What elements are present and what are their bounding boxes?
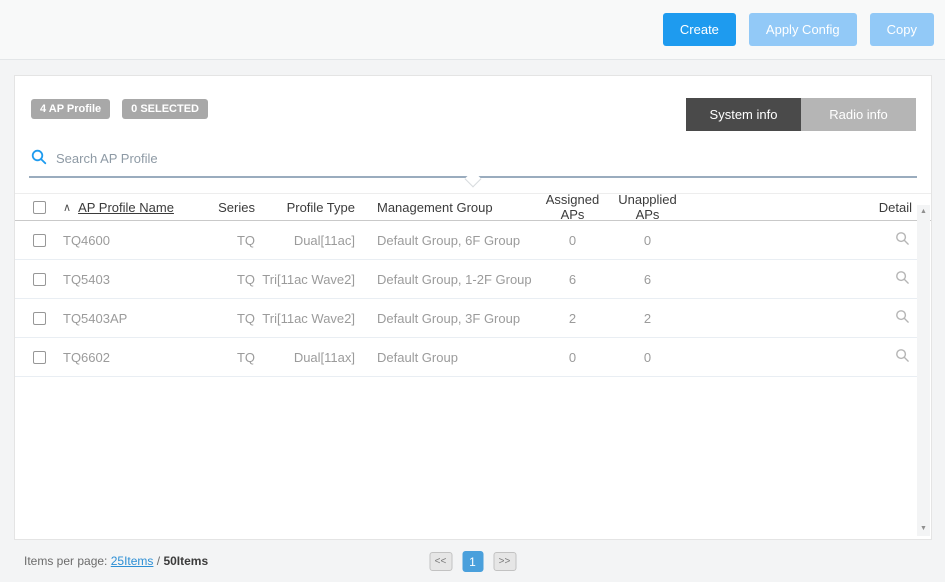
table-row: TQ5403AP TQ Tri[11ac Wave2] Default Grou… <box>15 299 918 338</box>
ap-profile-panel: 4 AP Profile 0 SELECTED System info Radi… <box>14 75 932 540</box>
pagination-page-1-button[interactable]: 1 <box>462 551 483 572</box>
column-header-detail: Detail <box>685 200 912 215</box>
cell-assigned-aps: 0 <box>535 350 610 365</box>
column-header-unapplied-aps: Unapplied APs <box>610 192 685 222</box>
cell-unapplied-aps: 6 <box>610 272 685 287</box>
tab-system-info[interactable]: System info <box>686 98 801 131</box>
cell-profile-type: Dual[11ax] <box>255 350 355 365</box>
table-row: TQ5403 TQ Tri[11ac Wave2] Default Group,… <box>15 260 918 299</box>
cell-name: TQ6602 <box>63 350 110 365</box>
copy-button[interactable]: Copy <box>870 13 934 46</box>
column-header-assigned-aps: Assigned APs <box>535 192 610 222</box>
search-bar <box>29 145 917 178</box>
row-checkbox[interactable] <box>33 312 46 325</box>
cell-unapplied-aps: 0 <box>610 350 685 365</box>
detail-magnifier-icon[interactable] <box>895 348 910 366</box>
row-checkbox[interactable] <box>33 234 46 247</box>
detail-magnifier-icon[interactable] <box>895 231 910 249</box>
table-row: TQ4600 TQ Dual[11ac] Default Group, 6F G… <box>15 221 918 260</box>
row-checkbox[interactable] <box>33 351 46 364</box>
cell-profile-type: Tri[11ac Wave2] <box>255 311 355 326</box>
cell-name: TQ4600 <box>63 233 110 248</box>
create-button[interactable]: Create <box>663 13 736 46</box>
cell-profile-type: Dual[11ac] <box>255 233 355 248</box>
table-body: TQ4600 TQ Dual[11ac] Default Group, 6F G… <box>15 221 918 377</box>
page-size-separator: / <box>157 554 160 568</box>
column-header-name[interactable]: AP Profile Name <box>78 200 174 215</box>
cell-profile-type: Tri[11ac Wave2] <box>255 272 355 287</box>
table-row: TQ6602 TQ Dual[11ax] Default Group 0 0 <box>15 338 918 377</box>
footer: Items per page: 25Items / 50Items << 1 >… <box>0 540 945 582</box>
cell-name: TQ5403AP <box>63 311 127 326</box>
table-header: ∧ AP Profile Name Series Profile Type Ma… <box>15 193 931 221</box>
selected-count-badge: 0 SELECTED <box>122 99 208 119</box>
cell-management-group: Default Group, 6F Group <box>355 233 535 248</box>
cell-management-group: Default Group <box>355 350 535 365</box>
apply-config-button[interactable]: Apply Config <box>749 13 857 46</box>
cell-series: TQ <box>215 350 255 365</box>
cell-assigned-aps: 0 <box>535 233 610 248</box>
tab-radio-info[interactable]: Radio info <box>801 98 916 131</box>
cell-assigned-aps: 2 <box>535 311 610 326</box>
top-toolbar: Create Apply Config Copy <box>0 0 945 60</box>
items-per-page-label: Items per page: <box>24 554 107 568</box>
search-icon <box>31 149 47 168</box>
cell-name: TQ5403 <box>63 272 110 287</box>
cell-series: TQ <box>215 311 255 326</box>
cell-unapplied-aps: 0 <box>610 233 685 248</box>
badge-group: 4 AP Profile 0 SELECTED <box>31 99 208 119</box>
profile-count-badge: 4 AP Profile <box>31 99 110 119</box>
detail-magnifier-icon[interactable] <box>895 270 910 288</box>
sort-asc-icon[interactable]: ∧ <box>63 201 71 214</box>
scroll-down-icon[interactable]: ▼ <box>920 525 927 533</box>
cell-unapplied-aps: 2 <box>610 311 685 326</box>
pagination-next-button[interactable]: >> <box>493 552 516 571</box>
column-header-management-group: Management Group <box>355 200 535 215</box>
page-size-25-link[interactable]: 25Items <box>111 554 154 568</box>
search-input[interactable] <box>56 151 915 166</box>
cell-series: TQ <box>215 233 255 248</box>
expand-search-chevron-icon[interactable] <box>465 171 482 188</box>
pagination: << 1 >> <box>429 551 516 572</box>
row-checkbox[interactable] <box>33 273 46 286</box>
scroll-up-icon[interactable]: ▲ <box>920 208 927 216</box>
pagination-prev-button[interactable]: << <box>429 552 452 571</box>
info-tabs: System info Radio info <box>686 98 916 131</box>
column-header-profile-type: Profile Type <box>255 200 355 215</box>
page-size-max-label: 50Items <box>163 554 208 568</box>
vertical-scrollbar[interactable]: ▲ ▼ <box>917 205 930 536</box>
cell-assigned-aps: 6 <box>535 272 610 287</box>
cell-management-group: Default Group, 1-2F Group <box>355 272 535 287</box>
cell-management-group: Default Group, 3F Group <box>355 311 535 326</box>
column-header-series: Series <box>215 200 255 215</box>
select-all-checkbox[interactable] <box>33 201 46 214</box>
detail-magnifier-icon[interactable] <box>895 309 910 327</box>
cell-series: TQ <box>215 272 255 287</box>
